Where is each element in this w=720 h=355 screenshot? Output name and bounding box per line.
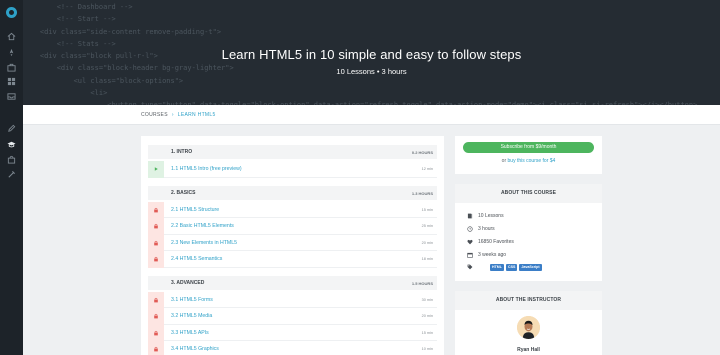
- lesson-row[interactable]: 3.1 HTML5 Forms 30 min: [148, 291, 437, 308]
- code-line: <!-- Start -->: [23, 15, 116, 24]
- lock-icon: [148, 291, 164, 308]
- lesson-time: 12 min: [421, 167, 433, 171]
- subscribe-panel: Subscribe from $9/month or buy this cour…: [455, 136, 602, 174]
- tag-badge[interactable]: JavaScript: [519, 264, 542, 271]
- tag-list: HTML CSS JavaScript: [490, 264, 544, 271]
- course-meta: 10 Lessons • 3 hours: [336, 67, 407, 76]
- instructor-name[interactable]: Ryan Hall: [455, 347, 602, 353]
- tag-badge[interactable]: CSS: [505, 264, 518, 271]
- lock-icon: [148, 201, 164, 218]
- section-title: 2. BASICS: [171, 189, 196, 196]
- lesson-link[interactable]: 1.1 HTML5 Intro (free preview): [171, 166, 242, 172]
- lock-icon: [148, 341, 164, 355]
- lock-icon: [148, 308, 164, 325]
- lesson-time: 20 min: [421, 314, 433, 318]
- row-divider: [164, 266, 437, 268]
- about-instructor-panel: ABOUT THE INSTRUCTOR Ryan Hall: [455, 291, 602, 355]
- lesson-link[interactable]: 2.3 New Elements in HTML5: [171, 240, 237, 246]
- section-header[interactable]: 3. ADVANCED 1.5 HOURS: [148, 275, 437, 290]
- section-duration: 1.3 HOURS: [411, 190, 433, 196]
- section-title: 1. INTRO: [171, 149, 193, 155]
- lesson-link[interactable]: 3.2 HTML5 Media: [171, 313, 212, 319]
- section-duration: 0.2 HOURS: [411, 150, 433, 155]
- inbox-icon[interactable]: [7, 92, 16, 101]
- about-course-heading: ABOUT THIS COURSE: [455, 184, 602, 203]
- lesson-time: 10 min: [421, 347, 433, 351]
- buy-course-link[interactable]: buy this course for $4: [508, 158, 556, 164]
- lesson-time: 30 min: [421, 297, 433, 302]
- instructor-avatar[interactable]: [517, 316, 540, 339]
- code-line: <div class="side-content remove-padding-…: [23, 27, 222, 36]
- calendar-icon: [467, 252, 473, 258]
- lesson-time: 20 min: [421, 240, 433, 245]
- play-circle-icon: [148, 161, 164, 178]
- subscribe-button[interactable]: Subscribe from $9/month: [463, 142, 594, 153]
- home-icon[interactable]: [7, 32, 16, 41]
- lesson-row[interactable]: 2.4 HTML5 Semantics 18 min: [148, 251, 437, 268]
- row-divider: [164, 176, 437, 178]
- section-header[interactable]: 1. INTRO 0.2 HOURS: [148, 145, 437, 159]
- book-icon: [467, 213, 473, 219]
- lesson-row[interactable]: 3.2 HTML5 Media 20 min: [148, 308, 437, 325]
- lesson-row[interactable]: 1.1 HTML5 Intro (free preview) 12 min: [148, 161, 437, 178]
- section-duration: 1.5 HOURS: [411, 280, 433, 286]
- lesson-link[interactable]: 2.1 HTML5 Structure: [171, 207, 219, 213]
- lesson-link[interactable]: 3.4 HTML5 Graphics: [171, 346, 219, 352]
- course-hero: <!-- Dashboard --> <!-- Start --> <div c…: [23, 0, 720, 105]
- lesson-row[interactable]: 3.3 HTML5 APIs 15 min: [148, 324, 437, 341]
- lesson-row[interactable]: 2.1 HTML5 Structure 15 min: [148, 201, 437, 218]
- lock-icon: [148, 251, 164, 268]
- lesson-link[interactable]: 2.2 Basic HTML5 Elements: [171, 223, 234, 229]
- rocket-icon[interactable]: [7, 48, 16, 57]
- breadcrumb-separator: ›: [171, 112, 174, 118]
- code-line: <ul class="block-options">: [23, 76, 184, 85]
- code-line: <!-- Dashboard -->: [23, 3, 133, 11]
- briefcase-icon[interactable]: [7, 63, 16, 72]
- buy-course-text: or buy this course for $4: [455, 158, 602, 164]
- heart-icon: [467, 239, 473, 245]
- lock-icon: [148, 234, 164, 251]
- lesson-row[interactable]: 2.2 Basic HTML5 Elements 25 min: [148, 218, 437, 235]
- lesson-time: 15 min: [421, 330, 433, 335]
- tools-icon[interactable]: [7, 170, 16, 179]
- lesson-time: 18 min: [421, 257, 433, 261]
- buy-prefix: or: [501, 158, 507, 164]
- section-title: 3. ADVANCED: [171, 279, 205, 286]
- course-title: Learn HTML5 in 10 simple and easy to fol…: [221, 47, 522, 62]
- lock-icon: [148, 218, 164, 235]
- section-header[interactable]: 2. BASICS 1.3 HOURS: [148, 185, 437, 200]
- lesson-link[interactable]: 3.1 HTML5 Forms: [171, 297, 213, 303]
- brand-logo[interactable]: [6, 7, 17, 18]
- lock-icon: [148, 324, 164, 341]
- about-course-panel: ABOUT THIS COURSE 10 Lessons 3 hours 168…: [455, 184, 602, 281]
- breadcrumb-current[interactable]: LEARN HTML5: [178, 112, 216, 118]
- lesson-link[interactable]: 2.4 HTML5 Semantics: [171, 256, 222, 262]
- lesson-link[interactable]: 3.3 HTML5 APIs: [171, 330, 209, 336]
- lesson-row[interactable]: 3.4 HTML5 Graphics 10 min: [148, 341, 437, 355]
- graduation-cap-icon[interactable]: [7, 140, 16, 149]
- sidebar: [0, 0, 23, 355]
- lesson-row[interactable]: 2.3 New Elements in HTML5 20 min: [148, 234, 437, 251]
- code-line: <li>: [23, 89, 108, 98]
- tag-badge[interactable]: HTML: [490, 264, 504, 271]
- lesson-time: 15 min: [421, 207, 433, 212]
- breadcrumb: COURSES › LEARN HTML5: [141, 112, 216, 118]
- grid-icon[interactable]: [7, 77, 16, 86]
- breadcrumb-courses[interactable]: COURSES: [141, 112, 168, 118]
- clock-icon: [467, 226, 473, 232]
- about-instructor-heading: ABOUT THE INSTRUCTOR: [455, 291, 602, 310]
- tags-icon: [467, 264, 473, 270]
- lessons-panel: 1. INTRO 0.2 HOURS 1.1 HTML5 Intro (free p…: [141, 136, 444, 355]
- pencil-icon[interactable]: [7, 124, 16, 133]
- breadcrumb-bar: COURSES › LEARN HTML5: [23, 105, 720, 125]
- lesson-time: 25 min: [421, 224, 433, 228]
- shopping-bag-icon[interactable]: [7, 155, 16, 164]
